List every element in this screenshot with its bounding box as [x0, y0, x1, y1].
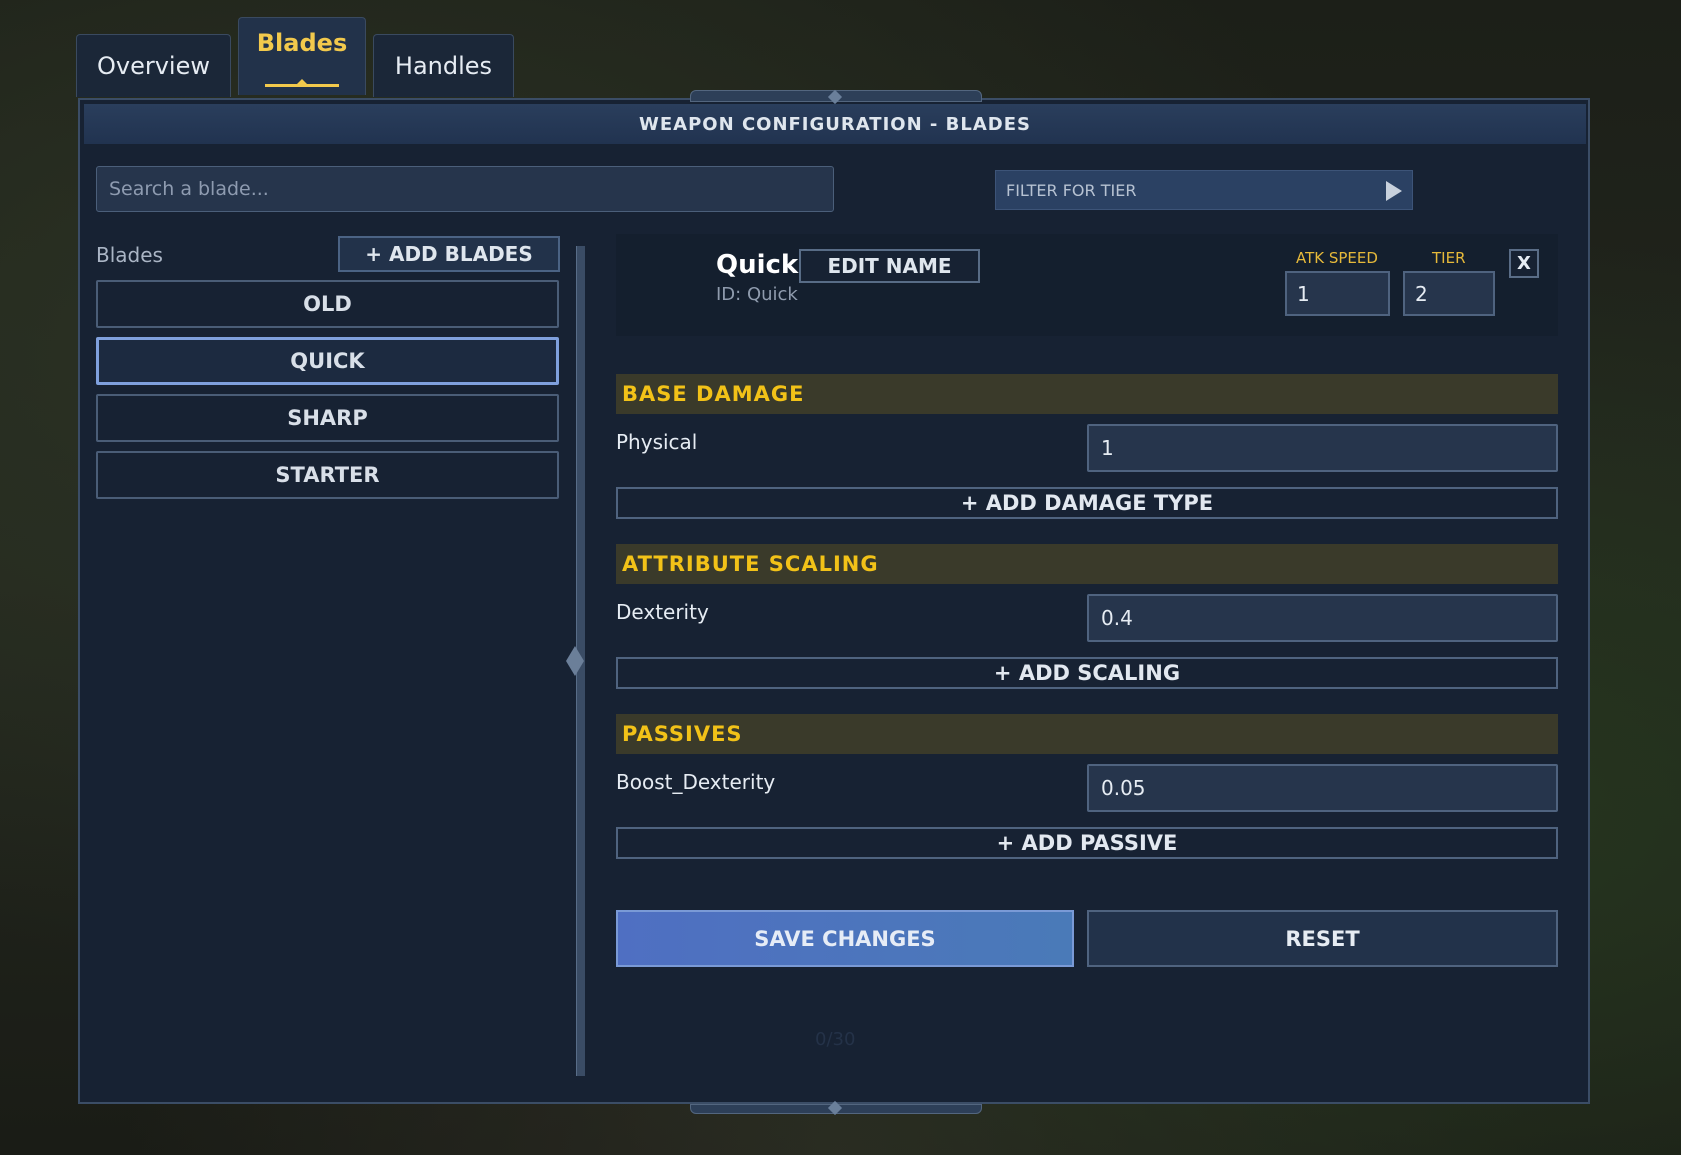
tab-handles-label: Handles [394, 52, 493, 80]
scaling-value-input[interactable]: 0.4 [1087, 594, 1558, 642]
close-button[interactable]: X [1509, 249, 1539, 278]
add-damage-type-label: + ADD DAMAGE TYPE [960, 491, 1214, 515]
add-blades-button[interactable]: + ADD BLADES [338, 236, 560, 272]
atk-speed-label: ATK SPEED [1296, 249, 1378, 267]
tier-input[interactable]: 2 [1403, 271, 1495, 316]
tab-blades-label: Blades [256, 28, 348, 57]
save-changes-button[interactable]: SAVE CHANGES [616, 910, 1074, 967]
section-title: PASSIVES [622, 722, 743, 746]
blades-list-title: Blades [96, 243, 163, 267]
section-title: ATTRIBUTE SCALING [622, 552, 879, 576]
blade-item-old[interactable]: OLD [96, 280, 559, 328]
add-scaling-button[interactable]: + ADD SCALING [616, 657, 1558, 689]
tab-handles[interactable]: Handles [373, 34, 514, 97]
close-icon: X [1517, 253, 1531, 274]
tab-active-caret-icon [296, 79, 308, 85]
tier-filter-dropdown[interactable]: FILTER FOR TIER [995, 170, 1413, 210]
tab-overview[interactable]: Overview [76, 34, 231, 97]
panel-header: WEAPON CONFIGURATION - BLADES [84, 104, 1586, 144]
add-blades-label: + ADD BLADES [365, 242, 533, 266]
blade-item-label: SHARP [287, 406, 368, 430]
scaling-attribute-label: Dexterity [616, 600, 709, 624]
tab-overview-label: Overview [97, 52, 210, 80]
blade-item-sharp[interactable]: SHARP [96, 394, 559, 442]
search-input[interactable] [96, 166, 834, 212]
add-passive-label: + ADD PASSIVE [996, 831, 1178, 855]
blade-id: ID: Quick [716, 284, 798, 305]
blade-name: Quick [716, 250, 799, 280]
damage-value: 1 [1101, 436, 1114, 460]
atk-speed-input[interactable]: 1 [1285, 271, 1390, 316]
damage-type-label: Physical [616, 430, 698, 454]
section-base-damage: BASE DAMAGE [616, 374, 1558, 414]
tier-label: TIER [1432, 249, 1466, 267]
tab-blades[interactable]: Blades [238, 17, 366, 95]
passive-value: 0.05 [1101, 776, 1146, 800]
reset-label: RESET [1285, 926, 1360, 951]
page-title: WEAPON CONFIGURATION - BLADES [639, 113, 1031, 135]
save-changes-label: SAVE CHANGES [754, 926, 936, 951]
edit-name-button[interactable]: EDIT NAME [799, 249, 980, 283]
section-passives: PASSIVES [616, 714, 1558, 754]
play-arrow-icon [1386, 181, 1402, 201]
tier-value: 2 [1415, 281, 1428, 306]
item-counter: 0/30 [815, 1029, 856, 1050]
atk-speed-value: 1 [1297, 281, 1310, 306]
blade-item-starter[interactable]: STARTER [96, 451, 559, 499]
tier-filter-label: FILTER FOR TIER [1006, 180, 1137, 200]
edit-name-label: EDIT NAME [827, 254, 952, 278]
blade-item-label: OLD [303, 292, 352, 316]
blade-item-label: QUICK [290, 349, 365, 373]
passive-name-label: Boost_Dexterity [616, 770, 776, 794]
add-passive-button[interactable]: + ADD PASSIVE [616, 827, 1558, 859]
blade-item-label: STARTER [275, 463, 380, 487]
passive-value-input[interactable]: 0.05 [1087, 764, 1558, 812]
section-attribute-scaling: ATTRIBUTE SCALING [616, 544, 1558, 584]
add-scaling-label: + ADD SCALING [993, 661, 1181, 685]
add-damage-type-button[interactable]: + ADD DAMAGE TYPE [616, 487, 1558, 519]
damage-value-input[interactable]: 1 [1087, 424, 1558, 472]
reset-button[interactable]: RESET [1087, 910, 1558, 967]
scaling-value: 0.4 [1101, 606, 1133, 630]
section-title: BASE DAMAGE [622, 382, 805, 406]
blade-item-quick[interactable]: QUICK [96, 337, 559, 385]
